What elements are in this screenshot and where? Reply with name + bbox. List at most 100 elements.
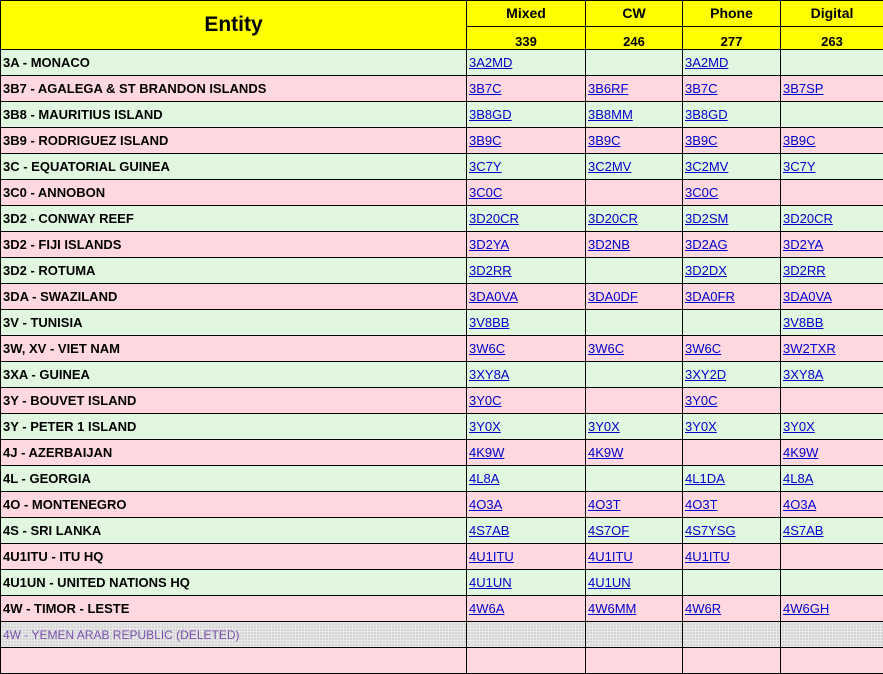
mixed-callsign-link[interactable]: 3Y0C xyxy=(469,393,502,408)
phone-callsign-link[interactable]: 3XY2D xyxy=(685,367,726,382)
mixed-callsign-link[interactable]: 3A2MD xyxy=(469,55,512,70)
mixed-callsign-cell: 4K9W xyxy=(467,440,586,466)
entity-cell: 4W - TIMOR - LESTE xyxy=(1,596,467,622)
cw-callsign-link[interactable]: 4S7OF xyxy=(588,523,629,538)
mixed-callsign-cell: 3D2RR xyxy=(467,258,586,284)
phone-callsign-link[interactable]: 4S7YSG xyxy=(685,523,736,538)
digital-callsign-cell: 4L8A xyxy=(781,466,883,492)
table-row: 3XA - GUINEA3XY8A3XY2D3XY8A xyxy=(1,362,883,388)
mixed-callsign-link[interactable]: 4U1ITU xyxy=(469,549,514,564)
mixed-callsign-link[interactable]: 3C0C xyxy=(469,185,502,200)
mixed-callsign-cell: 4L8A xyxy=(467,466,586,492)
phone-callsign-link[interactable]: 3Y0X xyxy=(685,419,717,434)
phone-callsign-cell: 4U1ITU xyxy=(683,544,781,570)
digital-callsign-link[interactable]: 3D2YA xyxy=(783,237,823,252)
cw-callsign-link[interactable]: 3Y0X xyxy=(588,419,620,434)
phone-callsign-link[interactable]: 4O3T xyxy=(685,497,718,512)
phone-callsign-link[interactable]: 3C0C xyxy=(685,185,718,200)
phone-callsign-link[interactable]: 3C2MV xyxy=(685,159,728,174)
mixed-callsign-link[interactable]: 3C7Y xyxy=(469,159,502,174)
mixed-callsign-link[interactable]: 3V8BB xyxy=(469,315,509,330)
digital-callsign-link[interactable]: 3D20CR xyxy=(783,211,833,226)
phone-callsign-link[interactable]: 3D2DX xyxy=(685,263,727,278)
digital-callsign-cell xyxy=(781,388,883,414)
entity-cell: 3A - MONACO xyxy=(1,50,467,76)
entity-cell: 3XA - GUINEA xyxy=(1,362,467,388)
mixed-callsign-link[interactable]: 3B9C xyxy=(469,133,502,148)
cw-callsign-cell: 4W6MM xyxy=(586,596,683,622)
entity-cell: 4U1ITU - ITU HQ xyxy=(1,544,467,570)
cw-callsign-link[interactable]: 3B8MM xyxy=(588,107,633,122)
phone-callsign-link[interactable]: 3B9C xyxy=(685,133,718,148)
cw-callsign-link[interactable]: 4K9W xyxy=(588,445,623,460)
digital-callsign-link[interactable]: 4O3A xyxy=(783,497,816,512)
digital-callsign-link[interactable]: 3XY8A xyxy=(783,367,823,382)
phone-callsign-cell: 3Y0X xyxy=(683,414,781,440)
cw-callsign-link[interactable]: 4O3T xyxy=(588,497,621,512)
table-row: 3D2 - CONWAY REEF3D20CR3D20CR3D2SM3D20CR xyxy=(1,206,883,232)
digital-callsign-link[interactable]: 3C7Y xyxy=(783,159,816,174)
phone-callsign-link[interactable]: 3B8GD xyxy=(685,107,728,122)
cw-callsign-link[interactable]: 4U1ITU xyxy=(588,549,633,564)
phone-callsign-link[interactable]: 3D2SM xyxy=(685,211,728,226)
entity-cell: 4J - AZERBAIJAN xyxy=(1,440,467,466)
digital-callsign-link[interactable]: 3Y0X xyxy=(783,419,815,434)
phone-callsign-link[interactable]: 4L1DA xyxy=(685,471,725,486)
mixed-callsign-link[interactable]: 3B8GD xyxy=(469,107,512,122)
digital-callsign-cell xyxy=(781,50,883,76)
table-row: 3B8 - MAURITIUS ISLAND3B8GD3B8MM3B8GD xyxy=(1,102,883,128)
cw-callsign-link[interactable]: 3C2MV xyxy=(588,159,631,174)
mixed-callsign-link[interactable]: 3D2RR xyxy=(469,263,512,278)
mixed-callsign-link[interactable]: 4U1UN xyxy=(469,575,512,590)
digital-callsign-link[interactable]: 3B9C xyxy=(783,133,816,148)
phone-callsign-link[interactable]: 3W6C xyxy=(685,341,721,356)
cw-callsign-link[interactable]: 3DA0DF xyxy=(588,289,638,304)
cw-callsign-link[interactable]: 3D2NB xyxy=(588,237,630,252)
phone-callsign-link[interactable]: 3DA0FR xyxy=(685,289,735,304)
phone-callsign-link[interactable]: 4U1ITU xyxy=(685,549,730,564)
digital-callsign-cell: 4O3A xyxy=(781,492,883,518)
mixed-callsign-link[interactable]: 3D20CR xyxy=(469,211,519,226)
cw-callsign-cell: 3W6C xyxy=(586,336,683,362)
digital-callsign-cell: 3C7Y xyxy=(781,154,883,180)
empty-cell xyxy=(683,622,781,648)
mixed-callsign-link[interactable]: 3DA0VA xyxy=(469,289,518,304)
cw-callsign-cell: 3C2MV xyxy=(586,154,683,180)
cw-callsign-link[interactable]: 4U1UN xyxy=(588,575,631,590)
phone-callsign-cell: 3W6C xyxy=(683,336,781,362)
digital-callsign-link[interactable]: 4L8A xyxy=(783,471,813,486)
digital-callsign-link[interactable]: 4S7AB xyxy=(783,523,823,538)
mixed-callsign-link[interactable]: 3W6C xyxy=(469,341,505,356)
digital-callsign-link[interactable]: 3D2RR xyxy=(783,263,826,278)
table-row: 3C - EQUATORIAL GUINEA3C7Y3C2MV3C2MV3C7Y xyxy=(1,154,883,180)
digital-callsign-link[interactable]: 3B7SP xyxy=(783,81,823,96)
table-body: 3A - MONACO3A2MD3A2MD3B7 - AGALEGA & ST … xyxy=(1,50,883,674)
digital-callsign-link[interactable]: 3W2TXR xyxy=(783,341,836,356)
phone-callsign-link[interactable]: 3Y0C xyxy=(685,393,718,408)
digital-callsign-link[interactable]: 3DA0VA xyxy=(783,289,832,304)
digital-callsign-link[interactable]: 4W6GH xyxy=(783,601,829,616)
mixed-callsign-link[interactable]: 4L8A xyxy=(469,471,499,486)
mixed-callsign-link[interactable]: 3Y0X xyxy=(469,419,501,434)
table-row: 3A - MONACO3A2MD3A2MD xyxy=(1,50,883,76)
cw-callsign-link[interactable]: 3B6RF xyxy=(588,81,628,96)
cw-callsign-link[interactable]: 3B9C xyxy=(588,133,621,148)
mixed-callsign-link[interactable]: 3XY8A xyxy=(469,367,509,382)
phone-callsign-link[interactable]: 3D2AG xyxy=(685,237,728,252)
mixed-callsign-link[interactable]: 3D2YA xyxy=(469,237,509,252)
phone-callsign-link[interactable]: 4W6R xyxy=(685,601,721,616)
mixed-callsign-link[interactable]: 4O3A xyxy=(469,497,502,512)
digital-callsign-link[interactable]: 4K9W xyxy=(783,445,818,460)
mixed-callsign-link[interactable]: 4W6A xyxy=(469,601,504,616)
cw-callsign-link[interactable]: 3W6C xyxy=(588,341,624,356)
mixed-callsign-link[interactable]: 3B7C xyxy=(469,81,502,96)
mixed-callsign-link[interactable]: 4K9W xyxy=(469,445,504,460)
entity-cell: 3Y - PETER 1 ISLAND xyxy=(1,414,467,440)
phone-callsign-link[interactable]: 3A2MD xyxy=(685,55,728,70)
cw-callsign-link[interactable]: 3D20CR xyxy=(588,211,638,226)
digital-callsign-link[interactable]: 3V8BB xyxy=(783,315,823,330)
phone-callsign-link[interactable]: 3B7C xyxy=(685,81,718,96)
empty-cell xyxy=(781,622,883,648)
cw-callsign-link[interactable]: 4W6MM xyxy=(588,601,636,616)
mixed-callsign-link[interactable]: 4S7AB xyxy=(469,523,509,538)
